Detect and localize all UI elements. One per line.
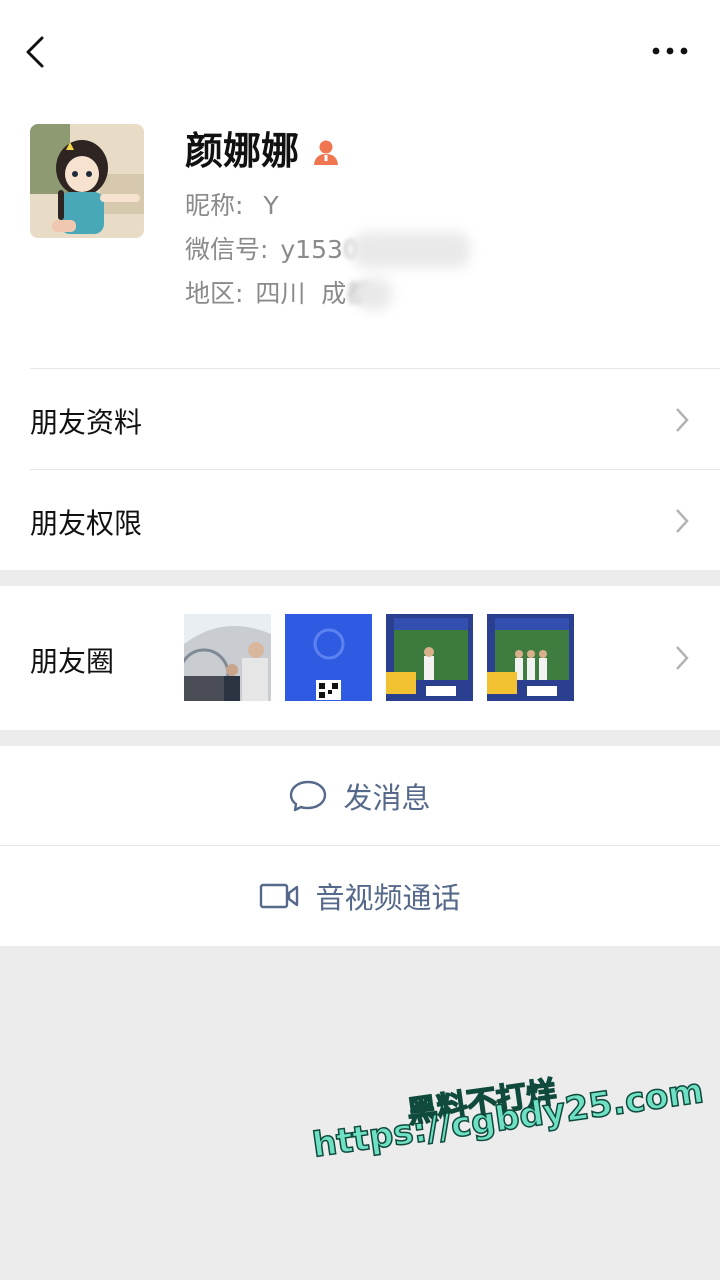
region-value: 四川 成	[255, 279, 347, 308]
moments-label: 朋友圈	[30, 645, 115, 678]
chevron-right-icon	[676, 408, 689, 432]
friend-info-row[interactable]: 朋友资料	[0, 368, 720, 469]
region-redaction	[356, 278, 392, 310]
region-row: 地区: 四川 成都	[185, 278, 371, 310]
friend-info-label: 朋友资料	[30, 406, 143, 439]
nickname-row: 昵称: Y	[185, 190, 279, 222]
profile-menu-group: 朋友资料 朋友权限	[0, 368, 720, 570]
moments-photo[interactable]	[487, 614, 574, 701]
contact-name: 颜娜娜	[185, 129, 300, 173]
moments-photo[interactable]	[184, 614, 271, 701]
video-call-label: 音视频通话	[315, 881, 461, 915]
friend-permissions-label: 朋友权限	[30, 507, 143, 540]
region-label: 地区:	[185, 279, 244, 308]
back-icon[interactable]	[22, 34, 54, 70]
chevron-right-icon	[676, 509, 689, 533]
wechat-id-row[interactable]: 微信号: y1530	[185, 234, 359, 266]
wechat-id-value: y153	[280, 235, 343, 264]
moments-photo[interactable]	[285, 614, 372, 701]
chat-bubble-icon	[290, 780, 327, 811]
avatar[interactable]	[30, 124, 144, 238]
chevron-right-icon	[676, 646, 689, 670]
contact-tag-icon	[314, 140, 338, 165]
wechat-id-label: 微信号:	[185, 235, 269, 264]
send-message-button[interactable]: 发消息	[0, 746, 720, 845]
wechat-id-redaction	[352, 232, 470, 268]
nickname-value: Y	[263, 191, 279, 220]
moments-photo[interactable]	[386, 614, 473, 701]
friend-permissions-row[interactable]: 朋友权限	[0, 469, 720, 570]
profile-header: 颜娜娜 昵称: Y 微信号: y1530 地区: 四川 成都	[0, 0, 720, 368]
more-dots-icon[interactable]	[652, 44, 688, 58]
video-camera-icon	[260, 883, 299, 909]
send-message-label: 发消息	[343, 780, 431, 815]
nickname-label: 昵称:	[185, 191, 244, 220]
video-call-button[interactable]: 音视频通话	[0, 846, 720, 946]
